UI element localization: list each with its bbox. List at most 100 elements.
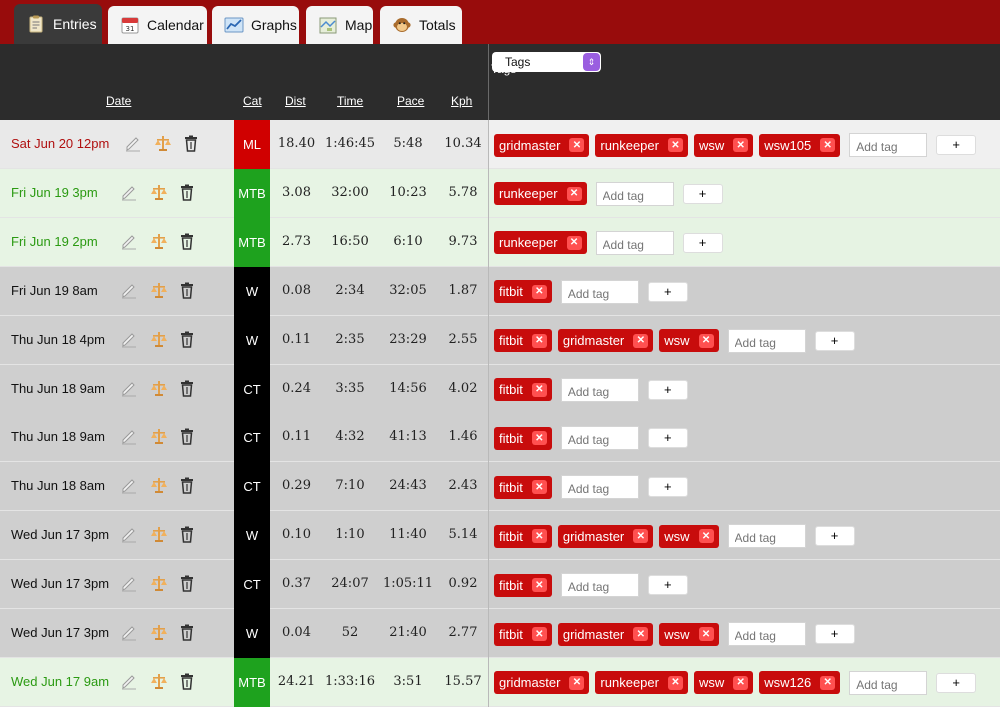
remove-tag-icon[interactable]: ✕ xyxy=(733,675,749,690)
trash-icon[interactable] xyxy=(177,573,197,595)
add-tag-input[interactable] xyxy=(727,328,806,353)
scale-icon[interactable] xyxy=(149,182,169,204)
entry-date-link[interactable]: Wed Jun 17 3pm xyxy=(11,576,109,591)
add-tag-input[interactable] xyxy=(560,426,639,451)
edit-icon[interactable] xyxy=(119,378,139,400)
add-tag-input[interactable] xyxy=(849,133,928,157)
header-kph[interactable]: Kph xyxy=(451,94,472,108)
add-tag-input[interactable] xyxy=(727,622,806,646)
edit-icon[interactable] xyxy=(119,280,139,302)
remove-tag-icon[interactable]: ✕ xyxy=(633,333,649,348)
scale-icon[interactable] xyxy=(149,280,169,302)
add-tag-button[interactable]: + xyxy=(936,135,977,155)
remove-tag-icon[interactable]: ✕ xyxy=(531,284,547,299)
trash-icon[interactable] xyxy=(177,671,197,693)
entry-date-link[interactable]: Fri Jun 19 2pm xyxy=(11,234,98,249)
remove-tag-icon[interactable]: ✕ xyxy=(820,675,836,690)
entry-date-link[interactable]: Thu Jun 18 9am xyxy=(11,429,105,444)
add-tag-button[interactable]: + xyxy=(647,428,688,449)
add-tag-input[interactable] xyxy=(560,573,639,598)
remove-tag-icon[interactable]: ✕ xyxy=(531,382,547,397)
trash-icon[interactable] xyxy=(181,133,201,155)
edit-icon[interactable] xyxy=(119,622,139,644)
remove-tag-icon[interactable]: ✕ xyxy=(569,675,585,690)
remove-tag-icon[interactable]: ✕ xyxy=(531,431,547,446)
trash-icon[interactable] xyxy=(177,329,197,351)
remove-tag-icon[interactable]: ✕ xyxy=(633,529,649,544)
add-tag-button[interactable]: + xyxy=(814,330,855,351)
entry-date-link[interactable]: Fri Jun 19 8am xyxy=(11,283,98,298)
remove-tag-icon[interactable]: ✕ xyxy=(698,529,714,544)
header-pace[interactable]: Pace xyxy=(397,94,424,108)
add-tag-button[interactable]: + xyxy=(647,379,688,400)
add-tag-button[interactable]: + xyxy=(936,672,977,693)
entry-date-link[interactable]: Fri Jun 19 3pm xyxy=(11,185,98,200)
entry-date-link[interactable]: Wed Jun 17 3pm xyxy=(11,527,109,542)
add-tag-button[interactable]: + xyxy=(647,281,688,302)
add-tag-button[interactable]: + xyxy=(682,232,723,253)
tab-entries[interactable]: Entries xyxy=(14,4,102,44)
scale-icon[interactable] xyxy=(153,133,173,155)
trash-icon[interactable] xyxy=(177,378,197,400)
scale-icon[interactable] xyxy=(149,671,169,693)
scale-icon[interactable] xyxy=(149,426,169,448)
entry-date-link[interactable]: Thu Jun 18 9am xyxy=(11,381,105,396)
entry-date-link[interactable]: Thu Jun 18 4pm xyxy=(11,332,105,347)
edit-icon[interactable] xyxy=(119,573,139,595)
add-tag-input[interactable] xyxy=(595,230,674,255)
add-tag-button[interactable]: + xyxy=(647,575,688,596)
remove-tag-icon[interactable]: ✕ xyxy=(633,627,649,641)
trash-icon[interactable] xyxy=(177,182,197,204)
add-tag-button[interactable]: + xyxy=(814,526,855,547)
add-tag-input[interactable] xyxy=(727,524,806,549)
trash-icon[interactable] xyxy=(177,231,197,253)
trash-icon[interactable] xyxy=(177,475,197,497)
edit-icon[interactable] xyxy=(119,182,139,204)
scale-icon[interactable] xyxy=(149,329,169,351)
add-tag-input[interactable] xyxy=(560,377,639,402)
remove-tag-icon[interactable]: ✕ xyxy=(566,235,582,250)
header-dist[interactable]: Dist xyxy=(285,94,306,108)
remove-tag-icon[interactable]: ✕ xyxy=(531,529,547,544)
edit-icon[interactable] xyxy=(119,426,139,448)
remove-tag-icon[interactable]: ✕ xyxy=(531,578,547,593)
add-tag-input[interactable] xyxy=(560,279,639,304)
trash-icon[interactable] xyxy=(177,622,197,644)
scale-icon[interactable] xyxy=(149,524,169,546)
edit-icon[interactable] xyxy=(119,231,139,253)
entry-date-link[interactable]: Thu Jun 18 8am xyxy=(11,478,105,493)
tab-graphs[interactable]: Graphs xyxy=(212,6,299,44)
edit-icon[interactable] xyxy=(123,133,143,155)
remove-tag-icon[interactable]: ✕ xyxy=(531,333,547,348)
scale-icon[interactable] xyxy=(149,378,169,400)
scale-icon[interactable] xyxy=(149,573,169,595)
tab-calendar[interactable]: 31 Calendar xyxy=(108,6,207,44)
entry-date-link[interactable]: Sat Jun 20 12pm xyxy=(11,136,109,151)
header-time[interactable]: Time xyxy=(337,94,363,108)
remove-tag-icon[interactable]: ✕ xyxy=(698,627,714,641)
remove-tag-icon[interactable]: ✕ xyxy=(820,138,836,152)
trash-icon[interactable] xyxy=(177,280,197,302)
header-cat[interactable]: Cat xyxy=(243,94,262,108)
tab-map[interactable]: Map xyxy=(306,6,373,44)
remove-tag-icon[interactable]: ✕ xyxy=(566,186,582,201)
add-tag-button[interactable]: + xyxy=(814,624,855,644)
scale-icon[interactable] xyxy=(149,622,169,644)
edit-icon[interactable] xyxy=(119,329,139,351)
remove-tag-icon[interactable]: ✕ xyxy=(531,627,547,641)
remove-tag-icon[interactable]: ✕ xyxy=(667,138,683,152)
edit-icon[interactable] xyxy=(119,524,139,546)
tab-totals[interactable]: Totals xyxy=(380,6,462,44)
add-tag-button[interactable]: + xyxy=(647,477,688,498)
add-tag-input[interactable] xyxy=(560,475,639,500)
entry-date-link[interactable]: Wed Jun 17 9am xyxy=(11,674,109,689)
entry-date-link[interactable]: Wed Jun 17 3pm xyxy=(11,625,109,640)
add-tag-input[interactable] xyxy=(595,181,674,206)
add-tag-input[interactable] xyxy=(849,670,928,695)
trash-icon[interactable] xyxy=(177,524,197,546)
header-date[interactable]: Date xyxy=(106,94,131,108)
remove-tag-icon[interactable]: ✕ xyxy=(569,138,585,152)
remove-tag-icon[interactable]: ✕ xyxy=(667,675,683,690)
scale-icon[interactable] xyxy=(149,231,169,253)
remove-tag-icon[interactable]: ✕ xyxy=(733,138,749,152)
